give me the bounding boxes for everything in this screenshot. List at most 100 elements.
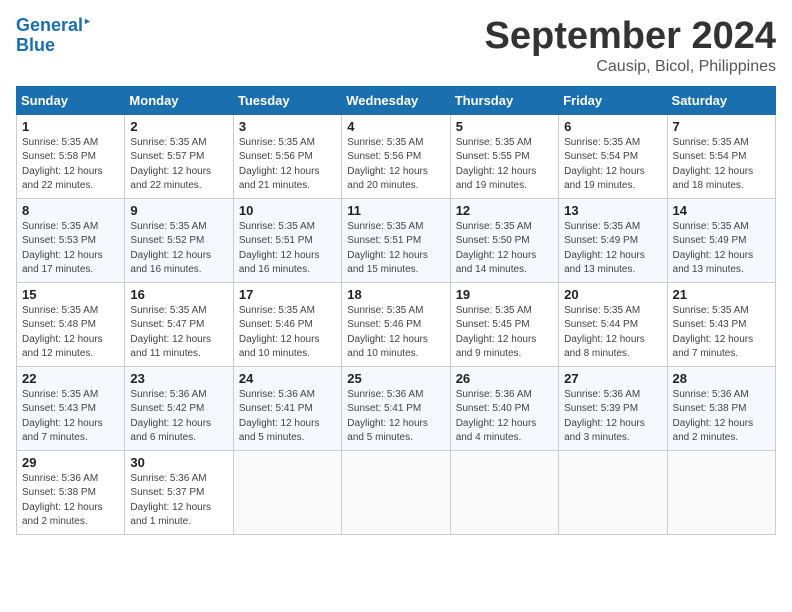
day-number: 1 [22, 119, 119, 134]
day-number: 11 [347, 203, 444, 218]
day-header-saturday: Saturday [667, 86, 775, 114]
day-info: Sunrise: 5:35 AM Sunset: 5:45 PM Dayligh… [456, 304, 553, 362]
day-header-sunday: Sunday [17, 86, 125, 114]
calendar-cell: 23 Sunrise: 5:36 AM Sunset: 5:42 PM Dayli… [125, 366, 233, 450]
week-row-3: 22 Sunrise: 5:35 AM Sunset: 5:43 PM Dayli… [17, 366, 776, 450]
calendar-cell: 16 Sunrise: 5:35 AM Sunset: 5:47 PM Dayli… [125, 282, 233, 366]
day-number: 18 [347, 287, 444, 302]
day-number: 24 [239, 371, 336, 386]
calendar-cell: 29 Sunrise: 5:36 AM Sunset: 5:38 PM Dayli… [17, 450, 125, 534]
calendar-cell: 8Sunrise: 5:35 AM Sunset: 5:53 PM Daylig… [17, 198, 125, 282]
day-info: Sunrise: 5:35 AM Sunset: 5:47 PM Dayligh… [130, 304, 227, 362]
day-info: Sunrise: 5:36 AM Sunset: 5:38 PM Dayligh… [22, 472, 119, 530]
day-number: 5 [456, 119, 553, 134]
day-number: 21 [673, 287, 770, 302]
calendar-cell: 2Sunrise: 5:35 AM Sunset: 5:57 PM Daylig… [125, 114, 233, 198]
calendar-cell: 22 Sunrise: 5:35 AM Sunset: 5:43 PM Dayli… [17, 366, 125, 450]
calendar-cell: 18 Sunrise: 5:35 AM Sunset: 5:46 PM Dayli… [342, 282, 450, 366]
header-row: SundayMondayTuesdayWednesdayThursdayFrid… [17, 86, 776, 114]
calendar-cell: 27 Sunrise: 5:36 AM Sunset: 5:39 PM Dayli… [559, 366, 667, 450]
day-info: Sunrise: 5:36 AM Sunset: 5:41 PM Dayligh… [239, 388, 336, 446]
day-header-wednesday: Wednesday [342, 86, 450, 114]
day-number: 25 [347, 371, 444, 386]
day-number: 23 [130, 371, 227, 386]
calendar-cell: 20 Sunrise: 5:35 AM Sunset: 5:44 PM Dayli… [559, 282, 667, 366]
day-info: Sunrise: 5:35 AM Sunset: 5:54 PM Dayligh… [673, 136, 770, 194]
day-info: Sunrise: 5:35 AM Sunset: 5:52 PM Dayligh… [130, 220, 227, 278]
calendar-cell: 7 Sunrise: 5:35 AM Sunset: 5:54 PM Daylig… [667, 114, 775, 198]
calendar-cell: 4 Sunrise: 5:35 AM Sunset: 5:56 PM Daylig… [342, 114, 450, 198]
day-info: Sunrise: 5:35 AM Sunset: 5:56 PM Dayligh… [347, 136, 444, 194]
title-block: September 2024 Causip, Bicol, Philippine… [485, 16, 777, 76]
day-info: Sunrise: 5:35 AM Sunset: 5:54 PM Dayligh… [564, 136, 661, 194]
day-info: Sunrise: 5:35 AM Sunset: 5:56 PM Dayligh… [239, 136, 336, 194]
day-info: Sunrise: 5:35 AM Sunset: 5:49 PM Dayligh… [564, 220, 661, 278]
day-number: 3 [239, 119, 336, 134]
day-number: 17 [239, 287, 336, 302]
logo: General►Blue [16, 16, 92, 56]
calendar-cell: 13 Sunrise: 5:35 AM Sunset: 5:49 PM Dayli… [559, 198, 667, 282]
calendar-cell: 30 Sunrise: 5:36 AM Sunset: 5:37 PM Dayli… [125, 450, 233, 534]
calendar-cell: 19Sunrise: 5:35 AM Sunset: 5:45 PM Dayli… [450, 282, 558, 366]
day-number: 28 [673, 371, 770, 386]
day-info: Sunrise: 5:35 AM Sunset: 5:57 PM Dayligh… [130, 136, 227, 194]
day-number: 29 [22, 455, 119, 470]
calendar-table: SundayMondayTuesdayWednesdayThursdayFrid… [16, 86, 776, 535]
day-number: 30 [130, 455, 227, 470]
week-row-0: 1Sunrise: 5:35 AM Sunset: 5:58 PM Daylig… [17, 114, 776, 198]
day-info: Sunrise: 5:35 AM Sunset: 5:51 PM Dayligh… [239, 220, 336, 278]
day-number: 16 [130, 287, 227, 302]
day-number: 6 [564, 119, 661, 134]
week-row-2: 15 Sunrise: 5:35 AM Sunset: 5:48 PM Dayli… [17, 282, 776, 366]
day-header-tuesday: Tuesday [233, 86, 341, 114]
calendar-cell: 21Sunrise: 5:35 AM Sunset: 5:43 PM Dayli… [667, 282, 775, 366]
calendar-cell: 14 Sunrise: 5:35 AM Sunset: 5:49 PM Dayli… [667, 198, 775, 282]
day-number: 14 [673, 203, 770, 218]
calendar-cell: 26 Sunrise: 5:36 AM Sunset: 5:40 PM Dayli… [450, 366, 558, 450]
day-info: Sunrise: 5:36 AM Sunset: 5:37 PM Dayligh… [130, 472, 227, 530]
week-row-1: 8Sunrise: 5:35 AM Sunset: 5:53 PM Daylig… [17, 198, 776, 282]
calendar-cell: 24 Sunrise: 5:36 AM Sunset: 5:41 PM Dayli… [233, 366, 341, 450]
day-info: Sunrise: 5:36 AM Sunset: 5:39 PM Dayligh… [564, 388, 661, 446]
calendar-cell [450, 450, 558, 534]
calendar-cell [342, 450, 450, 534]
day-info: Sunrise: 5:35 AM Sunset: 5:49 PM Dayligh… [673, 220, 770, 278]
day-number: 4 [347, 119, 444, 134]
calendar-subtitle: Causip, Bicol, Philippines [485, 58, 777, 76]
logo-text: General►Blue [16, 16, 92, 56]
calendar-cell: 9 Sunrise: 5:35 AM Sunset: 5:52 PM Daylig… [125, 198, 233, 282]
day-number: 13 [564, 203, 661, 218]
calendar-cell: 25 Sunrise: 5:36 AM Sunset: 5:41 PM Dayli… [342, 366, 450, 450]
calendar-cell [233, 450, 341, 534]
day-number: 20 [564, 287, 661, 302]
week-row-4: 29 Sunrise: 5:36 AM Sunset: 5:38 PM Dayli… [17, 450, 776, 534]
day-header-monday: Monday [125, 86, 233, 114]
day-number: 15 [22, 287, 119, 302]
calendar-cell: 15 Sunrise: 5:35 AM Sunset: 5:48 PM Dayli… [17, 282, 125, 366]
day-info: Sunrise: 5:35 AM Sunset: 5:43 PM Dayligh… [22, 388, 119, 446]
day-number: 7 [673, 119, 770, 134]
day-info: Sunrise: 5:36 AM Sunset: 5:42 PM Dayligh… [130, 388, 227, 446]
calendar-cell: 28 Sunrise: 5:36 AM Sunset: 5:38 PM Dayli… [667, 366, 775, 450]
day-info: Sunrise: 5:36 AM Sunset: 5:41 PM Dayligh… [347, 388, 444, 446]
day-info: Sunrise: 5:35 AM Sunset: 5:48 PM Dayligh… [22, 304, 119, 362]
day-number: 12 [456, 203, 553, 218]
day-number: 27 [564, 371, 661, 386]
day-info: Sunrise: 5:36 AM Sunset: 5:38 PM Dayligh… [673, 388, 770, 446]
calendar-container: General►Blue September 2024 Causip, Bico… [0, 0, 792, 543]
calendar-cell: 3 Sunrise: 5:35 AM Sunset: 5:56 PM Daylig… [233, 114, 341, 198]
day-info: Sunrise: 5:35 AM Sunset: 5:46 PM Dayligh… [347, 304, 444, 362]
day-number: 26 [456, 371, 553, 386]
calendar-cell: 10 Sunrise: 5:35 AM Sunset: 5:51 PM Dayli… [233, 198, 341, 282]
day-number: 22 [22, 371, 119, 386]
day-number: 9 [130, 203, 227, 218]
calendar-cell: 5 Sunrise: 5:35 AM Sunset: 5:55 PM Daylig… [450, 114, 558, 198]
day-number: 10 [239, 203, 336, 218]
day-info: Sunrise: 5:35 AM Sunset: 5:50 PM Dayligh… [456, 220, 553, 278]
calendar-cell: 11Sunrise: 5:35 AM Sunset: 5:51 PM Dayli… [342, 198, 450, 282]
day-info: Sunrise: 5:36 AM Sunset: 5:40 PM Dayligh… [456, 388, 553, 446]
calendar-title: September 2024 [485, 16, 777, 58]
day-info: Sunrise: 5:35 AM Sunset: 5:55 PM Dayligh… [456, 136, 553, 194]
day-number: 8 [22, 203, 119, 218]
day-info: Sunrise: 5:35 AM Sunset: 5:44 PM Dayligh… [564, 304, 661, 362]
